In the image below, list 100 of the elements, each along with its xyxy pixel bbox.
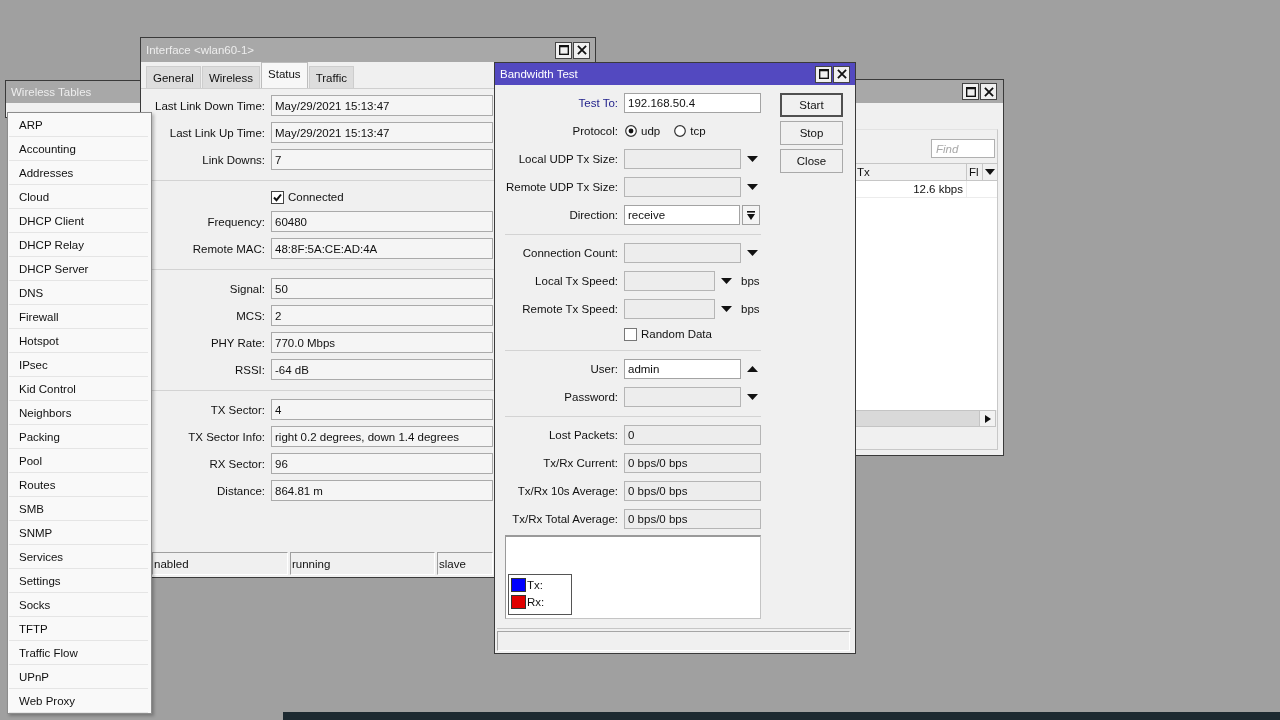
field-label: Link Downs: xyxy=(202,153,265,166)
menu-item[interactable]: IPsec xyxy=(9,353,148,377)
dropdown-arrow-icon[interactable] xyxy=(985,169,995,175)
menu-item[interactable]: Services xyxy=(9,545,148,569)
field-label: Last Link Up Time: xyxy=(169,126,265,139)
menu-item[interactable]: Packing xyxy=(9,425,148,449)
field-label: Direction: xyxy=(569,209,618,221)
right-arrow-icon xyxy=(984,414,991,423)
tab[interactable]: Wireless xyxy=(201,66,260,88)
status-field: slave xyxy=(437,552,493,575)
menu-item[interactable]: Neighbors xyxy=(9,401,148,425)
tab[interactable]: Traffic xyxy=(308,66,354,88)
field-label: TX Sector Info: xyxy=(188,430,265,443)
field-label: Test To: xyxy=(578,97,618,109)
legend-label: Rx: xyxy=(527,595,545,608)
menu-item[interactable]: DHCP Client xyxy=(9,209,148,233)
value-field: -64 dB xyxy=(271,359,493,380)
value-field: 96 xyxy=(271,453,493,474)
search-field[interactable]: Find xyxy=(931,139,995,158)
radio-button[interactable] xyxy=(674,125,687,137)
menu-item[interactable]: Hotspot xyxy=(9,329,148,353)
window-title: Bandwidth Test xyxy=(500,68,579,80)
table-cell: 12.6 kbps xyxy=(913,183,963,195)
menu-item[interactable]: Routes xyxy=(9,473,148,497)
column-header[interactable]: Tx xyxy=(857,166,870,178)
field-label: Distance: xyxy=(217,484,265,497)
radio-label: tcp xyxy=(690,125,706,137)
menu-item[interactable]: Cloud xyxy=(9,185,148,209)
tab[interactable]: Status xyxy=(261,62,308,88)
legend-label: Tx: xyxy=(527,578,543,591)
field-label: Connection Count: xyxy=(522,247,618,259)
checkbox-label: Connected xyxy=(288,191,344,203)
close-icon xyxy=(836,69,847,79)
field-label: MCS: xyxy=(236,309,265,322)
input-field[interactable]: 192.168.50.4 xyxy=(624,93,761,113)
menu-item[interactable]: Socks xyxy=(9,593,148,617)
close-button[interactable] xyxy=(833,65,850,83)
field-label: Protocol: xyxy=(572,125,618,137)
value-field: 0 bps/0 bps xyxy=(624,509,761,529)
value-field: 48:8F:5A:CE:AD:4A xyxy=(271,238,493,259)
column-header[interactable]: Fl xyxy=(969,166,979,178)
up-arrow-icon[interactable] xyxy=(747,366,758,372)
field-label: Tx/Rx 10s Average: xyxy=(517,485,618,497)
field-label: Tx/Rx Current: xyxy=(543,457,618,469)
field-label: Remote MAC: xyxy=(192,242,265,255)
value-field: 7 xyxy=(271,149,493,170)
input-field[interactable]: admin xyxy=(624,359,741,379)
menu-item[interactable]: Traffic Flow xyxy=(9,641,148,665)
menu-item[interactable]: Pool xyxy=(9,449,148,473)
close-icon xyxy=(983,86,994,97)
field-label: Remote UDP Tx Size: xyxy=(505,181,618,193)
menu-item[interactable]: DHCP Server xyxy=(9,257,148,281)
tab[interactable]: General xyxy=(146,66,201,88)
field-label: Remote Tx Speed: xyxy=(522,303,618,315)
menu-item[interactable]: Kid Control xyxy=(9,377,148,401)
maximize-button[interactable] xyxy=(815,65,832,83)
checkbox[interactable] xyxy=(271,190,284,204)
field-label: PHY Rate: xyxy=(210,336,265,349)
dialog-button[interactable]: Stop xyxy=(780,121,843,145)
input-field[interactable]: receive xyxy=(624,205,740,225)
field-label: Last Link Down Time: xyxy=(155,99,265,112)
menu-item[interactable]: SMB xyxy=(9,497,148,521)
field-label: Signal: xyxy=(229,282,265,295)
checkbox-label: Random Data xyxy=(641,328,712,340)
field-label: Lost Packets: xyxy=(548,429,618,441)
field-label: RX Sector: xyxy=(209,457,265,470)
dropdown-button[interactable] xyxy=(742,205,760,225)
menu-item[interactable]: Settings xyxy=(9,569,148,593)
maximize-icon xyxy=(965,86,976,97)
value-field: May/29/2021 15:13:47 xyxy=(271,95,493,116)
menu-item[interactable]: Web Proxy xyxy=(9,689,148,713)
checkbox[interactable] xyxy=(624,327,637,341)
value-field: 0 bps/0 bps xyxy=(624,453,761,473)
down-arrow-icon xyxy=(747,210,755,220)
maximize-icon xyxy=(818,69,829,79)
unit-label: bps xyxy=(741,303,760,315)
dialog-button[interactable]: Start xyxy=(780,93,843,117)
field-label: Local UDP Tx Size: xyxy=(518,153,618,165)
field-label: Frequency: xyxy=(207,215,265,228)
close-icon xyxy=(576,45,587,55)
dialog-button[interactable]: Close xyxy=(780,149,843,173)
menu-item[interactable]: Firewall xyxy=(9,305,148,329)
value-field: 0 bps/0 bps xyxy=(624,481,761,501)
field-label: Local Tx Speed: xyxy=(535,275,618,287)
menu-item[interactable]: DHCP Relay xyxy=(9,233,148,257)
status-field: nabled xyxy=(152,552,288,575)
menu-item[interactable]: SNMP xyxy=(9,521,148,545)
field-label: Tx/Rx Total Average: xyxy=(512,513,618,525)
menu-item[interactable]: TFTP xyxy=(9,617,148,641)
menu-item[interactable]: ARP xyxy=(9,113,148,137)
menu-item[interactable]: UPnP xyxy=(9,665,148,689)
radio-label: udp xyxy=(641,125,661,137)
maximize-icon xyxy=(558,45,569,55)
scroll-right-button[interactable] xyxy=(979,411,995,426)
menu-item[interactable]: DNS xyxy=(9,281,148,305)
value-field: May/29/2021 15:13:47 xyxy=(271,122,493,143)
menu-item[interactable]: Accounting xyxy=(9,137,148,161)
window-title: Interface <wlan60-1> xyxy=(146,44,256,56)
menu-item[interactable]: Addresses xyxy=(9,161,148,185)
radio-button[interactable] xyxy=(625,125,637,137)
